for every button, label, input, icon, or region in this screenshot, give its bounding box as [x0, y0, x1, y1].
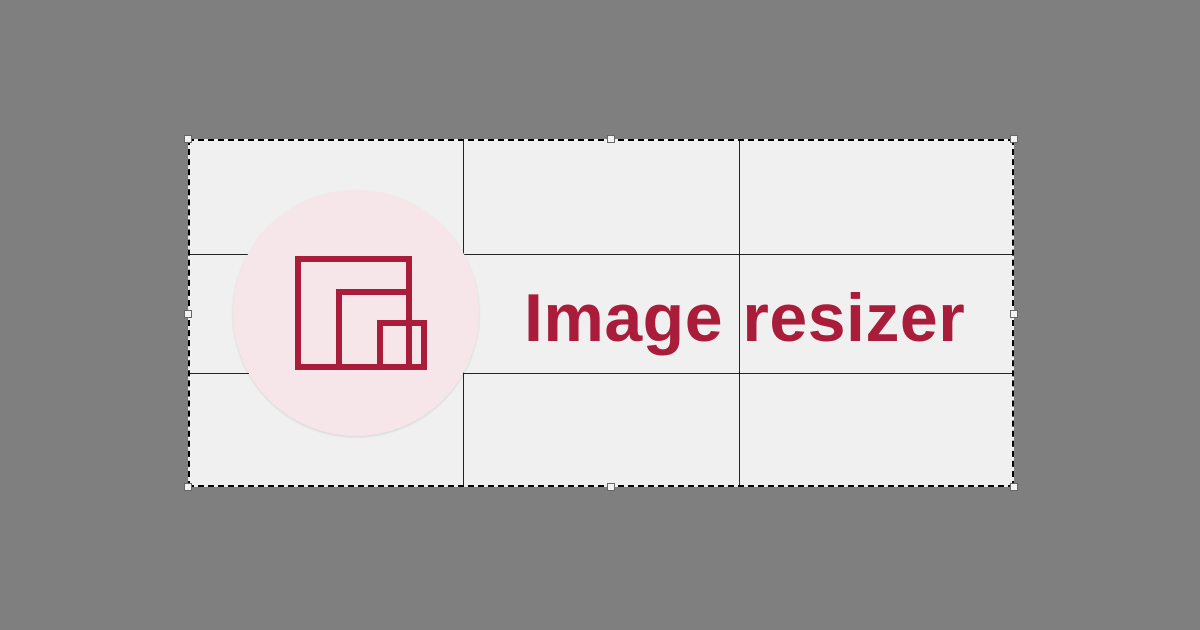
app-title: Image resizer: [524, 280, 966, 356]
crop-handle-top-left[interactable]: [184, 135, 192, 143]
crop-handle-middle-right[interactable]: [1010, 310, 1018, 318]
crop-handle-bottom-middle[interactable]: [607, 483, 615, 491]
crop-handle-bottom-left[interactable]: [184, 483, 192, 491]
image-resize-icon: [295, 256, 427, 370]
crop-handle-middle-left[interactable]: [184, 310, 192, 318]
image-resize-icon-medium-frame: [336, 289, 412, 370]
image-resize-icon-small-frame: [377, 320, 427, 370]
crop-handle-top-middle[interactable]: [607, 135, 615, 143]
image-resize-icon-strokes: [295, 256, 427, 370]
crop-handle-top-right[interactable]: [1010, 135, 1018, 143]
image-resize-icon-large-frame: [295, 256, 412, 370]
crop-handle-bottom-right[interactable]: [1010, 483, 1018, 491]
